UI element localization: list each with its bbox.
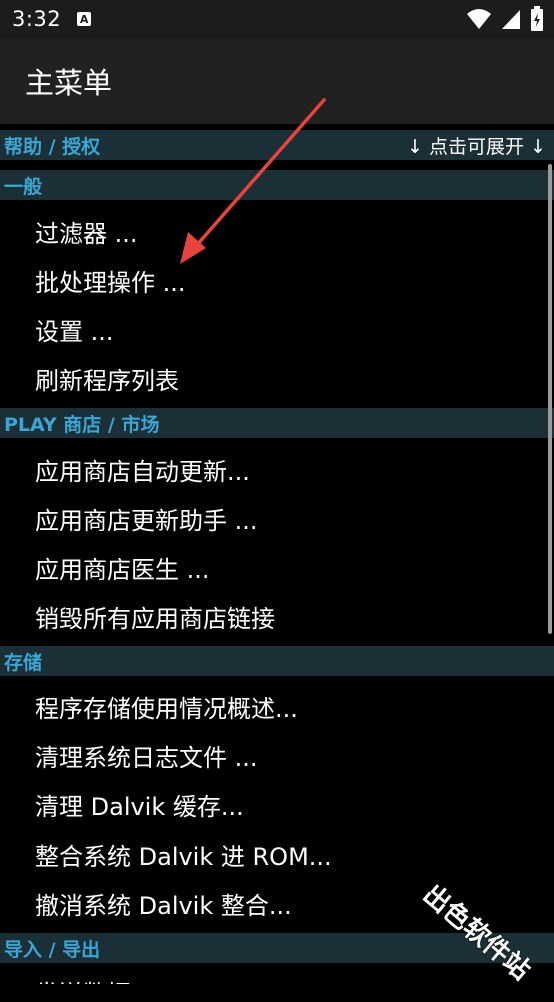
signal-icon — [500, 7, 522, 35]
menu-item-storage-overview[interactable]: 程序存储使用情况概述... — [35, 686, 298, 726]
battery-icon — [530, 6, 544, 36]
status-bar: 3:32 A — [0, 0, 554, 38]
menu-item-refresh[interactable]: 刷新程序列表 — [35, 358, 179, 398]
status-time: 3:32 — [12, 7, 62, 31]
menu-item-auto-update[interactable]: 应用商店自动更新... — [35, 449, 250, 489]
section-help[interactable]: 帮助 / 授权 ↓ 点击可展开 ↓ — [0, 130, 554, 160]
notification-icon: A — [77, 12, 92, 26]
menu-item-clean-logs[interactable]: 清理系统日志文件 ... — [35, 735, 258, 775]
status-icons — [466, 6, 544, 36]
menu-item-clean-dalvik[interactable]: 清理 Dalvik 缓存... — [35, 784, 244, 824]
menu-list[interactable]: 帮助 / 授权 ↓ 点击可展开 ↓ 一般 过滤器 ... 批处理操作 ... 设… — [0, 124, 554, 984]
menu-item-undo-dalvik[interactable]: 撤消系统 Dalvik 整合... — [35, 883, 292, 923]
menu-item-store-doctor[interactable]: 应用商店医生 ... — [35, 547, 210, 587]
section-label: 导入 / 导出 — [4, 938, 101, 961]
menu-item-batch[interactable]: 批处理操作 ... — [35, 260, 186, 300]
menu-item-settings[interactable]: 设置 ... — [35, 309, 114, 349]
section-label: 存储 — [4, 651, 43, 674]
menu-item-integrate-dalvik[interactable]: 整合系统 Dalvik 进 ROM... — [35, 834, 332, 874]
menu-item-update-helper[interactable]: 应用商店更新助手 ... — [35, 498, 258, 538]
section-label: PLAY 商店 / 市场 — [4, 413, 160, 436]
wifi-icon — [466, 7, 492, 35]
menu-item-send-data[interactable]: 发送数据... — [35, 971, 154, 985]
section-label: 一般 — [4, 175, 43, 198]
menu-item-destroy-links[interactable]: 销毁所有应用商店链接 — [35, 596, 275, 636]
expand-hint: ↓ 点击可展开 ↓ — [407, 135, 546, 158]
section-play: PLAY 商店 / 市场 — [0, 408, 554, 438]
page-title: 主菜单 — [25, 66, 113, 100]
section-general: 一般 — [0, 170, 554, 200]
section-label: 帮助 / 授权 — [4, 135, 101, 158]
section-storage: 存储 — [0, 646, 554, 676]
scrollbar[interactable] — [548, 164, 552, 634]
menu-item-filter[interactable]: 过滤器 ... — [35, 211, 138, 251]
app-bar: 主菜单 — [0, 38, 554, 124]
